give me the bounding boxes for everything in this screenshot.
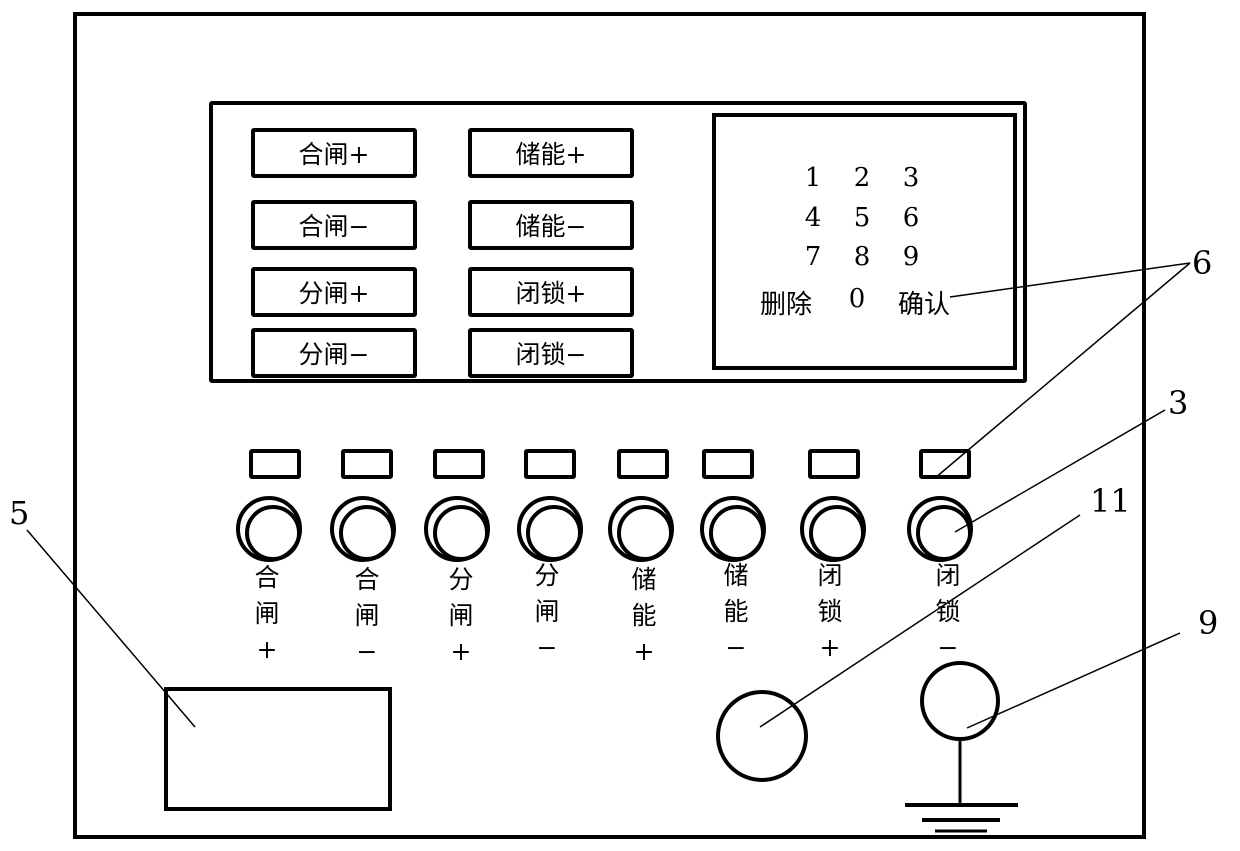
leader-line-3 xyxy=(954,409,1166,533)
leader-line-6a xyxy=(949,262,1191,298)
diagram-lines xyxy=(26,262,1191,833)
leader-line-6b xyxy=(934,262,1191,479)
callout-6: 6 xyxy=(1192,244,1213,282)
callout-11: 11 xyxy=(1090,482,1131,520)
callout-5: 5 xyxy=(9,494,30,532)
ground-terminal-circle xyxy=(920,661,1000,741)
leader-line-11 xyxy=(759,514,1081,728)
leader-line-9 xyxy=(966,632,1181,729)
leader-line-5 xyxy=(26,529,196,728)
display-box xyxy=(164,687,392,811)
callout-3: 3 xyxy=(1168,384,1189,422)
callout-9: 9 xyxy=(1198,604,1219,642)
